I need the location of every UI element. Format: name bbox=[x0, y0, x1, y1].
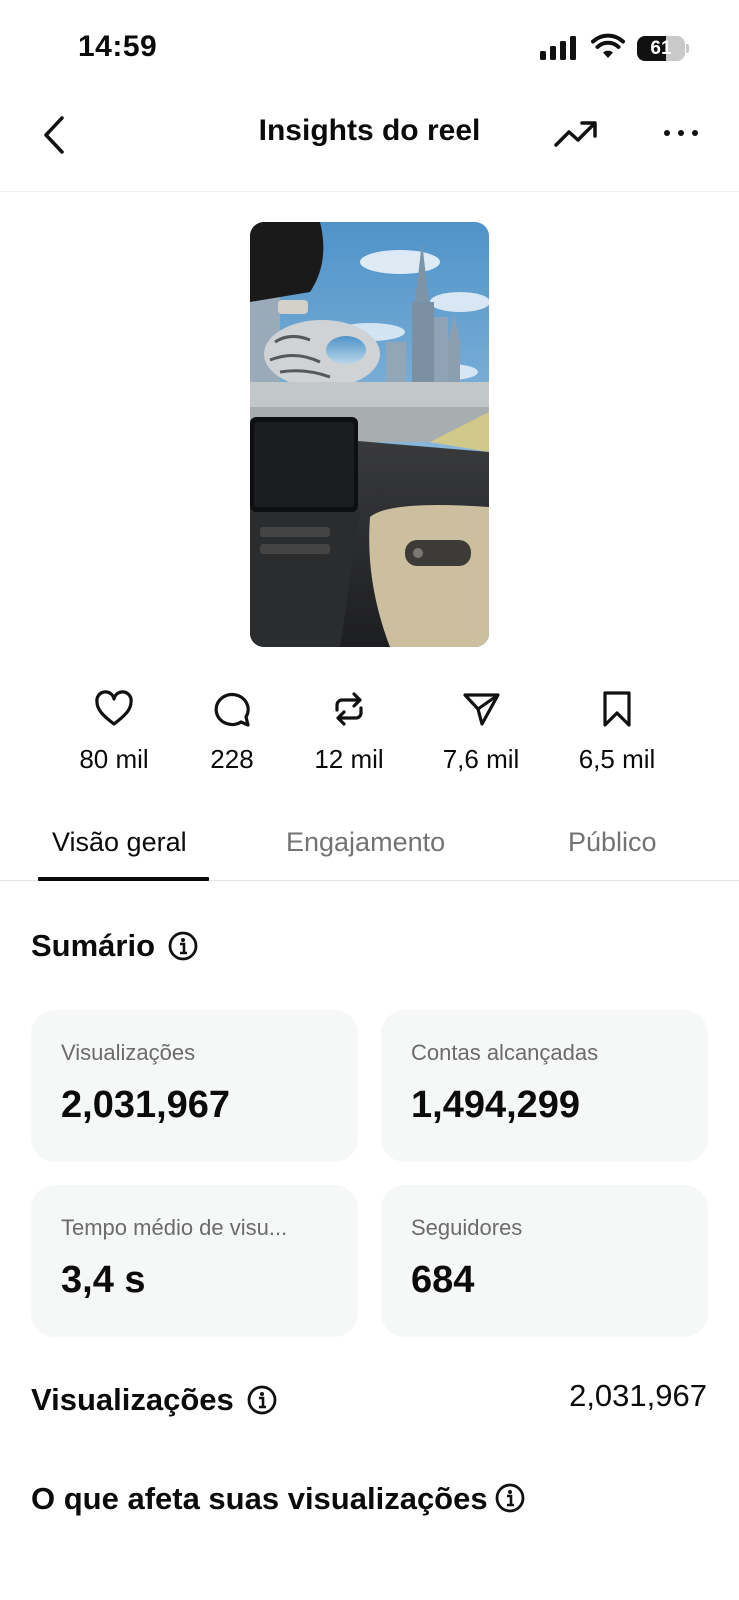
views-total: 2,031,967 bbox=[569, 1378, 707, 1413]
comment-icon bbox=[214, 692, 250, 727]
card-label: Contas alcançadas bbox=[411, 1040, 599, 1065]
stat-card-avg-watch-time[interactable]: Tempo médio de visu... 3,4 s bbox=[31, 1185, 358, 1337]
engagement-stats: 80 mil 228 12 mil 7,6 mil 6,5 mil bbox=[0, 690, 739, 790]
card-value: 1,494,299 bbox=[411, 1084, 581, 1126]
comments-stat: 228 bbox=[167, 690, 297, 775]
card-value: 3,4 s bbox=[61, 1259, 146, 1301]
info-icon[interactable] bbox=[494, 1482, 526, 1514]
views-title: Visualizações bbox=[31, 1382, 234, 1417]
share-icon bbox=[463, 693, 500, 726]
wifi-icon bbox=[591, 33, 625, 58]
tab-overview[interactable]: Visão geral bbox=[52, 827, 187, 858]
affects-views-title: O que afeta suas visualizações bbox=[31, 1481, 488, 1516]
nav-header: Insights do reel bbox=[0, 90, 739, 192]
trending-up-icon[interactable] bbox=[553, 114, 599, 154]
battery-indicator: 61 bbox=[637, 36, 689, 61]
scroll-fade bbox=[0, 1515, 739, 1545]
status-bar: 14:59 61 bbox=[0, 0, 739, 90]
likes-stat: 80 mil bbox=[49, 690, 179, 775]
reposts-stat: 12 mil bbox=[284, 690, 414, 775]
reel-thumbnail[interactable] bbox=[250, 222, 489, 647]
insights-tabs: Visão geral Engajamento Público bbox=[0, 815, 739, 881]
save-icon bbox=[603, 691, 631, 727]
battery-percent: 61 bbox=[650, 38, 672, 59]
status-time: 14:59 bbox=[78, 30, 158, 63]
cellular-signal-icon bbox=[540, 36, 576, 60]
info-icon[interactable] bbox=[246, 1384, 278, 1416]
stat-card-accounts-reached[interactable]: Contas alcançadas 1,494,299 bbox=[381, 1010, 708, 1162]
summary-title: Sumário bbox=[31, 928, 156, 963]
more-options-icon[interactable] bbox=[660, 118, 702, 148]
shares-count: 7,6 mil bbox=[442, 744, 520, 774]
heart-icon bbox=[95, 690, 133, 726]
shares-stat: 7,6 mil bbox=[416, 690, 546, 775]
likes-count: 80 mil bbox=[79, 744, 149, 774]
card-label: Visualizações bbox=[61, 1040, 196, 1065]
info-icon[interactable] bbox=[167, 930, 199, 962]
card-value: 684 bbox=[411, 1259, 475, 1301]
card-label: Tempo médio de visu... bbox=[61, 1215, 288, 1240]
reposts-count: 12 mil bbox=[314, 744, 384, 774]
saves-stat: 6,5 mil bbox=[552, 690, 682, 775]
stat-card-views[interactable]: Visualizações 2,031,967 bbox=[31, 1010, 358, 1162]
repost-icon bbox=[335, 692, 363, 726]
saves-count: 6,5 mil bbox=[578, 744, 656, 774]
comments-count: 228 bbox=[210, 744, 254, 774]
tab-audience[interactable]: Público bbox=[568, 827, 657, 858]
active-tab-indicator bbox=[38, 877, 209, 881]
stat-card-followers[interactable]: Seguidores 684 bbox=[381, 1185, 708, 1337]
card-value: 2,031,967 bbox=[61, 1084, 231, 1126]
page-title: Insights do reel bbox=[258, 114, 481, 147]
tab-engagement[interactable]: Engajamento bbox=[286, 827, 445, 858]
card-label: Seguidores bbox=[411, 1215, 523, 1240]
